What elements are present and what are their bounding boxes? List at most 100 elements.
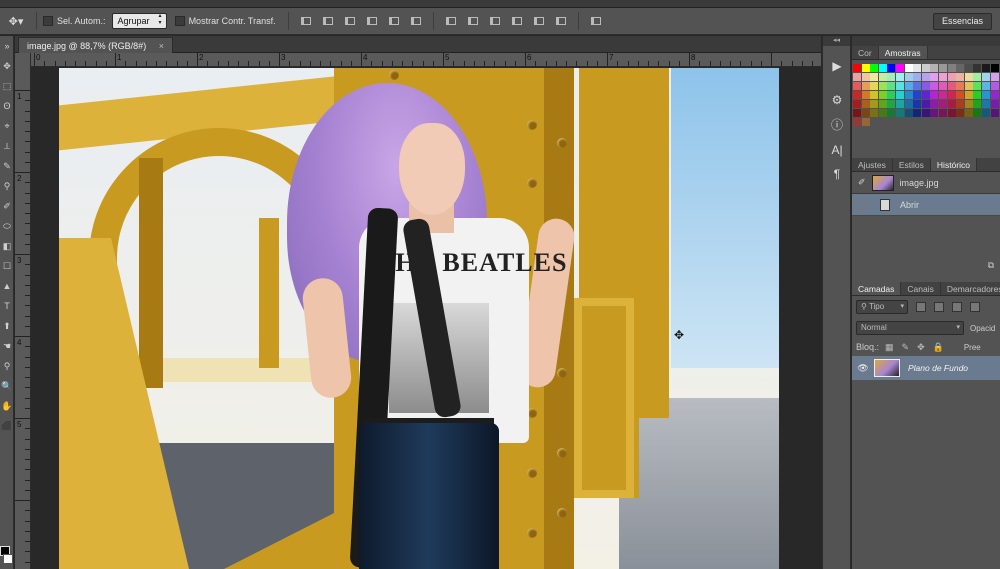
layer-filter-dropdown[interactable]: ⚲ Tipo: [856, 300, 908, 314]
color-swatch[interactable]: [896, 109, 904, 117]
properties-icon[interactable]: ⚙: [823, 88, 851, 112]
distribute-left-icon[interactable]: [510, 14, 524, 28]
color-swatch[interactable]: [964, 82, 973, 90]
color-swatch[interactable]: [973, 109, 982, 117]
color-swatch[interactable]: [964, 73, 973, 81]
color-swatch[interactable]: [964, 100, 973, 108]
color-swatch[interactable]: [947, 64, 956, 72]
color-swatch[interactable]: [861, 100, 870, 108]
filter-type-icon[interactable]: [952, 302, 962, 312]
color-swatch[interactable]: [982, 82, 990, 90]
color-swatch[interactable]: [921, 82, 930, 90]
info-icon[interactable]: ⓘ: [823, 112, 851, 136]
color-swatch[interactable]: [921, 91, 930, 99]
color-swatch[interactable]: [947, 73, 956, 81]
color-swatch[interactable]: [861, 82, 870, 90]
auto-select-dropdown[interactable]: Agrupar: [111, 13, 167, 29]
color-swatch[interactable]: [870, 82, 879, 90]
history-state-checkbox[interactable]: [856, 199, 866, 210]
auto-align-layers-icon[interactable]: [589, 14, 603, 28]
align-bottom-icon[interactable]: [343, 14, 357, 28]
color-swatch[interactable]: [930, 91, 939, 99]
color-swatch[interactable]: [921, 100, 930, 108]
tab-cor[interactable]: Cor: [852, 46, 879, 59]
color-swatch[interactable]: [990, 64, 999, 72]
color-swatch[interactable]: [853, 91, 861, 99]
color-swatch[interactable]: [930, 100, 939, 108]
color-swatch[interactable]: [964, 64, 973, 72]
color-swatch[interactable]: [887, 109, 896, 117]
distribute-vertical-center-icon[interactable]: [466, 14, 480, 28]
pen-tool-icon[interactable]: ☚: [0, 336, 14, 356]
color-swatch[interactable]: [853, 64, 861, 72]
tab-amostras[interactable]: Amostras: [878, 46, 928, 59]
filter-shape-icon[interactable]: [970, 302, 980, 312]
color-swatch[interactable]: [896, 82, 904, 90]
color-swatch[interactable]: [990, 91, 999, 99]
color-swatch[interactable]: [878, 73, 887, 81]
color-swatch[interactable]: [982, 100, 990, 108]
lock-position-icon[interactable]: ✥: [917, 342, 925, 353]
tab-ajustes[interactable]: Ajustes: [852, 158, 893, 171]
color-swatch[interactable]: [956, 100, 965, 108]
distribute-right-icon[interactable]: [554, 14, 568, 28]
layer-row[interactable]: 👁 Plano de Fundo: [852, 356, 1000, 380]
gradient-tool-icon[interactable]: ▲: [0, 276, 14, 296]
color-swatch[interactable]: [930, 82, 939, 90]
color-swatch[interactable]: [878, 91, 887, 99]
color-swatch[interactable]: [870, 100, 879, 108]
blend-mode-dropdown[interactable]: Normal: [856, 321, 964, 335]
color-swatch[interactable]: [921, 73, 930, 81]
new-document-from-state-icon[interactable]: ⧉: [852, 260, 1000, 274]
dodge-tool-icon[interactable]: ⬆: [0, 316, 14, 336]
type-tool-icon[interactable]: ⚲: [0, 356, 14, 376]
color-swatch[interactable]: [990, 100, 999, 108]
hand-tool-icon[interactable]: ⬛: [0, 416, 14, 436]
path-select-tool-icon[interactable]: 🔍: [0, 376, 14, 396]
color-swatch[interactable]: [861, 118, 870, 126]
color-swatch[interactable]: [939, 91, 947, 99]
healing-tool-icon[interactable]: ⚲: [0, 176, 14, 196]
color-swatch[interactable]: [870, 73, 879, 81]
color-swatch[interactable]: [990, 73, 999, 81]
color-swatch[interactable]: [956, 64, 965, 72]
color-swatch[interactable]: [853, 82, 861, 90]
color-swatch[interactable]: [861, 64, 870, 72]
color-swatch[interactable]: [870, 109, 879, 117]
color-swatch[interactable]: [973, 73, 982, 81]
tab-estilos[interactable]: Estilos: [893, 158, 931, 171]
color-swatch[interactable]: [956, 91, 965, 99]
color-swatch[interactable]: [990, 82, 999, 90]
color-swatch[interactable]: [973, 82, 982, 90]
distribute-bottom-icon[interactable]: [488, 14, 502, 28]
color-swatch[interactable]: [904, 100, 913, 108]
color-swatch[interactable]: [947, 82, 956, 90]
filter-pixel-icon[interactable]: [916, 302, 926, 312]
clone-tool-icon[interactable]: ⬭: [0, 216, 14, 236]
color-swatch[interactable]: [896, 73, 904, 81]
color-swatch[interactable]: [904, 64, 913, 72]
background-color-swatch[interactable]: [3, 554, 13, 564]
color-swatch[interactable]: [964, 109, 973, 117]
color-swatch[interactable]: [947, 91, 956, 99]
color-swatch[interactable]: [887, 82, 896, 90]
color-swatch[interactable]: [861, 73, 870, 81]
quick-select-tool-icon[interactable]: ⌖: [0, 116, 14, 136]
move-tool-icon[interactable]: ✥: [0, 56, 14, 76]
color-swatch[interactable]: [913, 91, 922, 99]
eye-icon[interactable]: 👁: [852, 363, 874, 374]
panel-collapse-toggle[interactable]: ◂◂: [823, 36, 850, 46]
color-swatch[interactable]: [870, 91, 879, 99]
character-icon[interactable]: A|: [823, 138, 851, 162]
marquee-tool-icon[interactable]: ⬚: [0, 76, 14, 96]
color-swatch[interactable]: [896, 100, 904, 108]
color-swatch[interactable]: [887, 91, 896, 99]
color-swatch[interactable]: [904, 109, 913, 117]
crop-tool-icon[interactable]: ⟂: [0, 136, 14, 156]
eyedropper-tool-icon[interactable]: ✎: [0, 156, 14, 176]
color-swatch[interactable]: [982, 73, 990, 81]
color-swatch[interactable]: [964, 91, 973, 99]
tab-camadas[interactable]: Camadas: [852, 282, 902, 295]
lock-transparent-icon[interactable]: ▦: [885, 342, 894, 353]
color-swatch[interactable]: [973, 91, 982, 99]
